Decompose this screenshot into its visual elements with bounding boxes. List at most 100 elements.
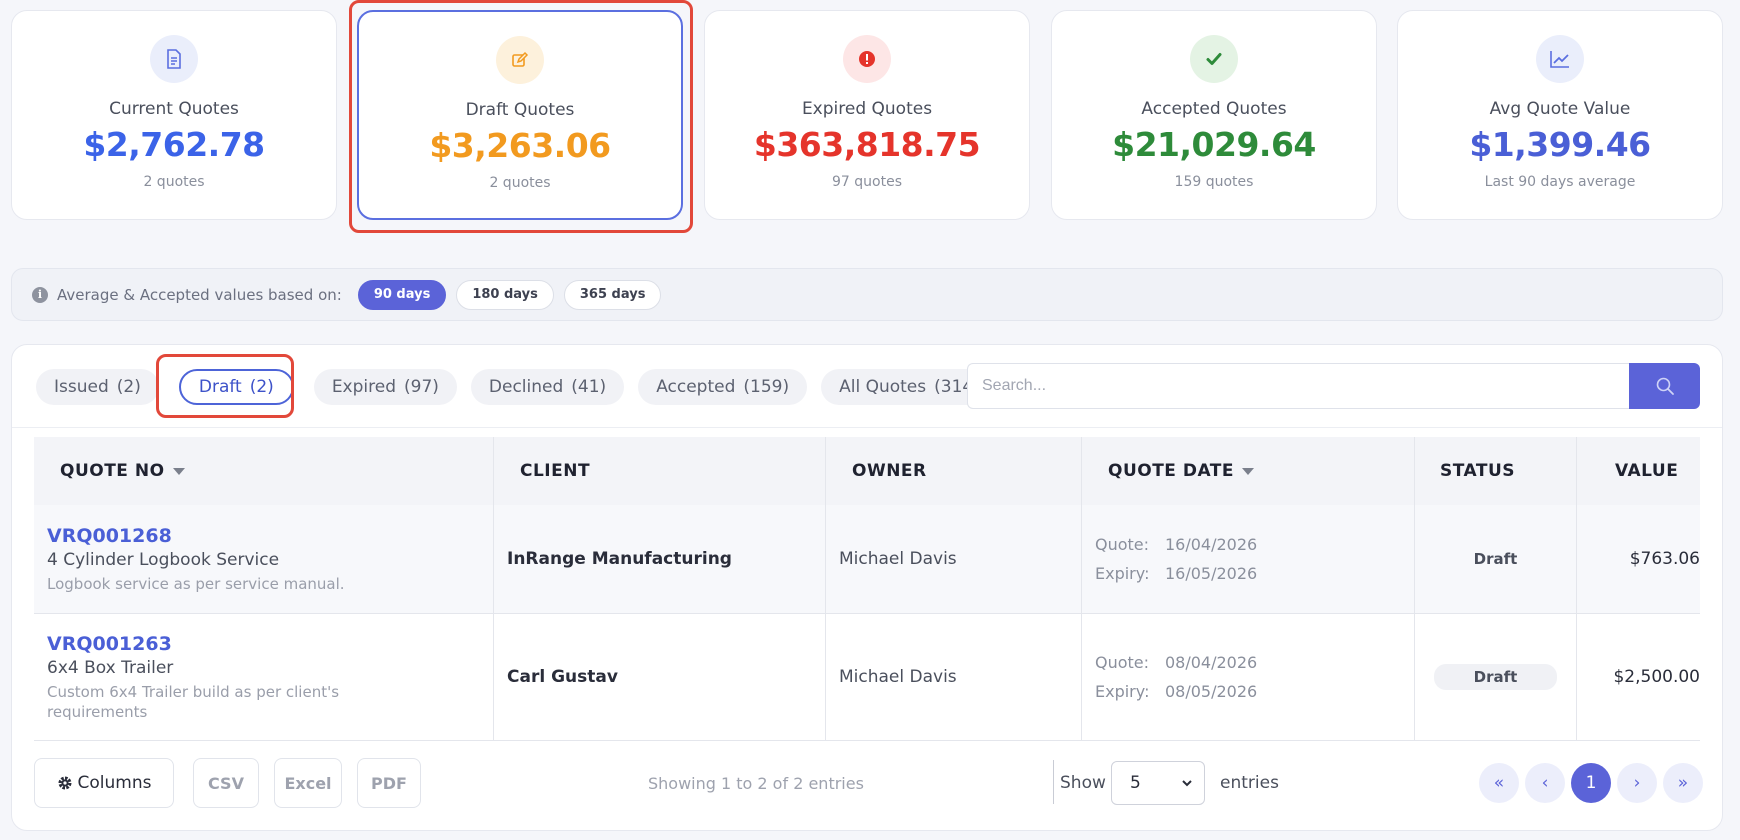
divider: [1053, 760, 1054, 804]
csv-button[interactable]: CSV: [193, 758, 259, 808]
info-icon: i: [32, 286, 48, 303]
owner-name: Michael Davis: [839, 549, 957, 569]
quote-value: $763.06: [1629, 549, 1700, 569]
quote-date-label: Quote:: [1095, 535, 1150, 554]
cell-dates: Quote: 08/04/2026 Expiry: 08/05/2026: [1082, 614, 1415, 740]
quote-number-link[interactable]: VRQ001263: [47, 633, 493, 655]
column-quote-date[interactable]: QUOTE DATE: [1082, 437, 1415, 505]
page-size-select[interactable]: 5: [1111, 761, 1205, 805]
cell-client: InRange Manufacturing: [494, 505, 826, 613]
range-info-text: Average & Accepted values based on:: [57, 285, 342, 304]
trend-icon: [1536, 35, 1584, 83]
quote-dates: Quote: 08/04/2026 Expiry: 08/05/2026: [1095, 648, 1414, 706]
pdf-button[interactable]: PDF: [357, 758, 421, 808]
card-title: Avg Quote Value: [1489, 99, 1631, 119]
card-avg-quote-value[interactable]: Avg Quote Value $1,399.46 Last 90 days a…: [1397, 10, 1723, 220]
edit-icon: [496, 36, 544, 84]
status-tabs: Issued (2) Draft (2) Expired (97) Declined (…: [36, 369, 1012, 405]
column-owner[interactable]: OWNER: [826, 437, 1082, 505]
search-input[interactable]: [967, 363, 1629, 409]
tab-draft[interactable]: Draft (2): [178, 369, 294, 405]
table-row[interactable]: VRQ001263 6x4 Box Trailer Custom 6x4 Tra…: [34, 614, 1700, 741]
tab-label: Issued: [54, 377, 109, 397]
tab-count: (97): [404, 377, 439, 397]
tab-expired[interactable]: Expired (97): [313, 369, 457, 405]
column-value[interactable]: VALUE: [1577, 437, 1700, 505]
card-title: Current Quotes: [109, 99, 239, 119]
quote-date: 16/04/2026: [1165, 535, 1258, 554]
card-subtitle: 97 quotes: [832, 174, 902, 190]
header-label: STATUS: [1440, 461, 1516, 481]
first-page-button[interactable]: «: [1479, 763, 1519, 803]
table-header: QUOTE NO CLIENT OWNER QUOTE DATE STATUS …: [34, 437, 1700, 505]
page-1-button[interactable]: 1: [1571, 763, 1611, 803]
quote-date-label: Quote:: [1095, 653, 1150, 672]
status-badge: Draft: [1433, 664, 1558, 690]
check-icon: [1190, 35, 1238, 83]
expiry-date-label: Expiry:: [1095, 682, 1150, 701]
expiry-date-label: Expiry:: [1095, 564, 1150, 583]
tab-declined[interactable]: Declined (41): [470, 369, 625, 405]
card-value: $3,263.06: [429, 126, 611, 165]
document-icon: [150, 35, 198, 83]
card-value: $363,818.75: [753, 125, 981, 164]
tab-label: Expired: [331, 377, 396, 397]
tab-label: All Quotes: [839, 377, 927, 397]
cell-owner: Michael Davis: [826, 614, 1082, 740]
table-footer: Columns CSV Excel PDF Showing 1 to 2 of …: [34, 758, 1703, 808]
range-90-days[interactable]: 90 days: [357, 279, 447, 310]
search-button[interactable]: [1629, 363, 1700, 409]
cell-client: Carl Gustav: [494, 614, 826, 740]
card-subtitle: Last 90 days average: [1484, 174, 1636, 190]
prev-page-button[interactable]: ‹: [1525, 763, 1565, 803]
columns-label: Columns: [77, 773, 152, 793]
column-quote-no[interactable]: QUOTE NO: [34, 437, 494, 505]
kpi-cards: Current Quotes $2,762.78 2 quotes Draft …: [11, 10, 1723, 220]
columns-button[interactable]: Columns: [34, 758, 174, 808]
quote-title: 6x4 Box Trailer: [47, 657, 174, 678]
cell-value: $763.06: [1577, 505, 1700, 613]
tab-count: (2): [116, 377, 141, 397]
card-expired-quotes[interactable]: Expired Quotes $363,818.75 97 quotes: [704, 10, 1030, 220]
quotes-table: QUOTE NO CLIENT OWNER QUOTE DATE STATUS …: [34, 437, 1700, 741]
range-info-bar: i Average & Accepted values based on: 90…: [11, 268, 1723, 321]
quotes-panel: Issued (2) Draft (2) Expired (97) Declined (…: [11, 344, 1723, 831]
expiry-date: 16/05/2026: [1165, 564, 1258, 583]
card-subtitle: 159 quotes: [1174, 174, 1254, 190]
client-name: InRange Manufacturing: [507, 549, 732, 569]
quote-description: Logbook service as per service manual.: [47, 574, 345, 593]
card-accepted-quotes[interactable]: Accepted Quotes $21,029.64 159 quotes: [1051, 10, 1377, 220]
search-bar: [967, 363, 1700, 409]
column-status[interactable]: STATUS: [1415, 437, 1577, 505]
tab-accepted[interactable]: Accepted (159): [638, 369, 808, 405]
range-365-days[interactable]: 365 days: [563, 279, 662, 310]
card-subtitle: 2 quotes: [143, 174, 205, 190]
quote-number-link[interactable]: VRQ001268: [47, 525, 493, 547]
quote-date: 08/04/2026: [1165, 653, 1258, 672]
header-label: VALUE: [1615, 461, 1679, 481]
card-draft-quotes[interactable]: Draft Quotes $3,263.06 2 quotes: [357, 10, 683, 220]
column-client[interactable]: CLIENT: [494, 437, 826, 505]
card-title: Draft Quotes: [465, 100, 575, 120]
next-page-button[interactable]: ›: [1617, 763, 1657, 803]
quote-value: $2,500.00: [1613, 667, 1700, 687]
header-label: CLIENT: [520, 461, 591, 481]
header-label: QUOTE DATE: [1108, 461, 1234, 481]
excel-button[interactable]: Excel: [274, 758, 342, 808]
tab-issued[interactable]: Issued (2): [36, 369, 159, 405]
card-current-quotes[interactable]: Current Quotes $2,762.78 2 quotes: [11, 10, 337, 220]
expiry-date: 08/05/2026: [1165, 682, 1258, 701]
card-subtitle: 2 quotes: [489, 175, 551, 191]
cell-status: Draft: [1415, 505, 1577, 613]
tab-label: Declined: [488, 377, 564, 397]
last-page-button[interactable]: »: [1663, 763, 1703, 803]
table-row[interactable]: VRQ001268 4 Cylinder Logbook Service Log…: [34, 505, 1700, 614]
card-value: $1,399.46: [1469, 125, 1651, 164]
tab-label: Draft: [198, 377, 242, 397]
range-180-days[interactable]: 180 days: [456, 279, 554, 310]
tab-count: (41): [571, 377, 607, 397]
page-size-value: 5: [1130, 773, 1141, 793]
entries-label: entries: [1220, 773, 1279, 793]
quote-title: 4 Cylinder Logbook Service: [47, 549, 280, 570]
alert-icon: [843, 35, 891, 83]
